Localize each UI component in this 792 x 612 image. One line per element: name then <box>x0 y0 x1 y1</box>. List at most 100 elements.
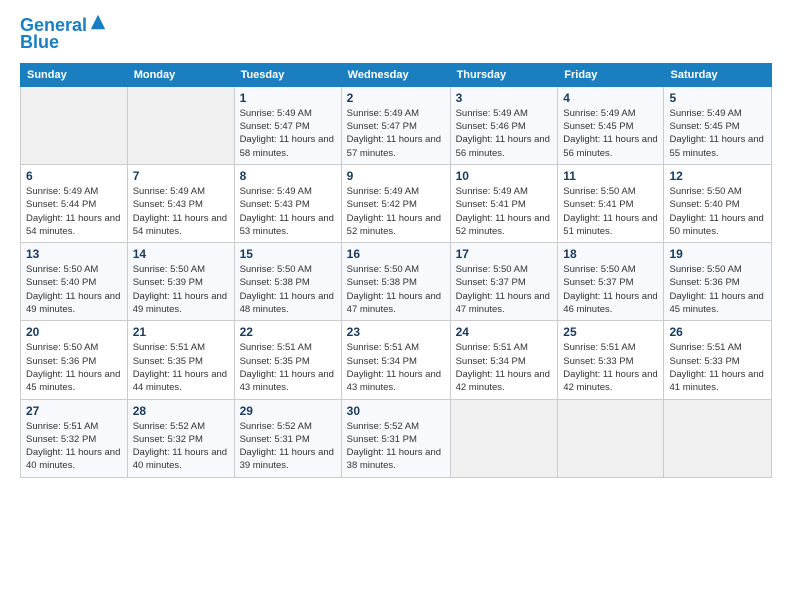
day-number: 10 <box>456 169 553 183</box>
day-info: Sunrise: 5:49 AM Sunset: 5:47 PM Dayligh… <box>240 107 336 160</box>
calendar-week-row: 27 Sunrise: 5:51 AM Sunset: 5:32 PM Dayli… <box>21 399 772 477</box>
day-info: Sunrise: 5:49 AM Sunset: 5:44 PM Dayligh… <box>26 185 122 238</box>
calendar-cell: 2 Sunrise: 5:49 AM Sunset: 5:47 PM Daylig… <box>341 86 450 164</box>
calendar-cell: 19Sunrise: 5:50 AM Sunset: 5:36 PM Dayli… <box>664 243 772 321</box>
calendar-cell: 8 Sunrise: 5:49 AM Sunset: 5:43 PM Daylig… <box>234 164 341 242</box>
calendar-cell: 27 Sunrise: 5:51 AM Sunset: 5:32 PM Dayli… <box>21 399 128 477</box>
header: General Blue <box>20 16 772 53</box>
calendar-cell: 15 Sunrise: 5:50 AM Sunset: 5:38 PM Dayli… <box>234 243 341 321</box>
calendar-cell: 1 Sunrise: 5:49 AM Sunset: 5:47 PM Daylig… <box>234 86 341 164</box>
calendar-cell: 17Sunrise: 5:50 AM Sunset: 5:37 PM Dayli… <box>450 243 558 321</box>
day-info: Sunrise: 5:52 AM Sunset: 5:31 PM Dayligh… <box>240 420 336 473</box>
day-info: Sunrise: 5:51 AM Sunset: 5:33 PM Dayligh… <box>669 341 766 394</box>
day-info: Sunrise: 5:50 AM Sunset: 5:40 PM Dayligh… <box>669 185 766 238</box>
day-info: Sunrise: 5:52 AM Sunset: 5:31 PM Dayligh… <box>347 420 445 473</box>
logo-icon <box>89 13 107 31</box>
day-number: 4 <box>563 91 658 105</box>
day-number: 13 <box>26 247 122 261</box>
calendar-cell: 11 Sunrise: 5:50 AM Sunset: 5:41 PM Dayli… <box>558 164 664 242</box>
calendar-week-row: 1 Sunrise: 5:49 AM Sunset: 5:47 PM Daylig… <box>21 86 772 164</box>
day-info: Sunrise: 5:49 AM Sunset: 5:43 PM Dayligh… <box>240 185 336 238</box>
day-info: Sunrise: 5:51 AM Sunset: 5:32 PM Dayligh… <box>26 420 122 473</box>
calendar-cell <box>450 399 558 477</box>
day-info: Sunrise: 5:50 AM Sunset: 5:37 PM Dayligh… <box>456 263 553 316</box>
logo-blue: Blue <box>20 32 59 52</box>
day-number: 12 <box>669 169 766 183</box>
day-number: 3 <box>456 91 553 105</box>
day-info: Sunrise: 5:50 AM Sunset: 5:40 PM Dayligh… <box>26 263 122 316</box>
calendar-cell: 14Sunrise: 5:50 AM Sunset: 5:39 PM Dayli… <box>127 243 234 321</box>
calendar-cell: 10 Sunrise: 5:49 AM Sunset: 5:41 PM Dayli… <box>450 164 558 242</box>
day-info: Sunrise: 5:50 AM Sunset: 5:36 PM Dayligh… <box>669 263 766 316</box>
day-info: Sunrise: 5:50 AM Sunset: 5:38 PM Dayligh… <box>347 263 445 316</box>
calendar-cell: 20Sunrise: 5:50 AM Sunset: 5:36 PM Dayli… <box>21 321 128 399</box>
day-number: 2 <box>347 91 445 105</box>
day-of-week-header: Thursday <box>450 63 558 86</box>
day-info: Sunrise: 5:49 AM Sunset: 5:47 PM Dayligh… <box>347 107 445 160</box>
day-info: Sunrise: 5:51 AM Sunset: 5:35 PM Dayligh… <box>240 341 336 394</box>
calendar-cell: 5Sunrise: 5:49 AM Sunset: 5:45 PM Daylig… <box>664 86 772 164</box>
day-number: 8 <box>240 169 336 183</box>
calendar-table: SundayMondayTuesdayWednesdayThursdayFrid… <box>20 63 772 478</box>
calendar-week-row: 6 Sunrise: 5:49 AM Sunset: 5:44 PM Daylig… <box>21 164 772 242</box>
day-info: Sunrise: 5:50 AM Sunset: 5:38 PM Dayligh… <box>240 263 336 316</box>
day-info: Sunrise: 5:50 AM Sunset: 5:39 PM Dayligh… <box>133 263 229 316</box>
calendar-cell <box>558 399 664 477</box>
day-of-week-header: Sunday <box>21 63 128 86</box>
day-number: 15 <box>240 247 336 261</box>
day-number: 11 <box>563 169 658 183</box>
calendar-body: 1 Sunrise: 5:49 AM Sunset: 5:47 PM Daylig… <box>21 86 772 477</box>
day-info: Sunrise: 5:50 AM Sunset: 5:41 PM Dayligh… <box>563 185 658 238</box>
day-of-week-header: Saturday <box>664 63 772 86</box>
day-number: 7 <box>133 169 229 183</box>
day-number: 18 <box>563 247 658 261</box>
day-of-week-header: Monday <box>127 63 234 86</box>
day-number: 30 <box>347 404 445 418</box>
calendar-cell: 13 Sunrise: 5:50 AM Sunset: 5:40 PM Dayli… <box>21 243 128 321</box>
day-of-week-header: Friday <box>558 63 664 86</box>
calendar-cell: 6 Sunrise: 5:49 AM Sunset: 5:44 PM Daylig… <box>21 164 128 242</box>
calendar-header: SundayMondayTuesdayWednesdayThursdayFrid… <box>21 63 772 86</box>
calendar-cell: 3 Sunrise: 5:49 AM Sunset: 5:46 PM Daylig… <box>450 86 558 164</box>
calendar-cell: 4 Sunrise: 5:49 AM Sunset: 5:45 PM Daylig… <box>558 86 664 164</box>
day-info: Sunrise: 5:50 AM Sunset: 5:37 PM Dayligh… <box>563 263 658 316</box>
day-number: 1 <box>240 91 336 105</box>
calendar-cell <box>664 399 772 477</box>
day-number: 27 <box>26 404 122 418</box>
day-info: Sunrise: 5:51 AM Sunset: 5:34 PM Dayligh… <box>456 341 553 394</box>
day-of-week-header: Wednesday <box>341 63 450 86</box>
day-number: 9 <box>347 169 445 183</box>
calendar-cell <box>127 86 234 164</box>
calendar-cell: 25Sunrise: 5:51 AM Sunset: 5:33 PM Dayli… <box>558 321 664 399</box>
day-info: Sunrise: 5:50 AM Sunset: 5:36 PM Dayligh… <box>26 341 122 394</box>
calendar-cell: 16 Sunrise: 5:50 AM Sunset: 5:38 PM Dayli… <box>341 243 450 321</box>
calendar-cell: 12 Sunrise: 5:50 AM Sunset: 5:40 PM Dayli… <box>664 164 772 242</box>
day-info: Sunrise: 5:49 AM Sunset: 5:46 PM Dayligh… <box>456 107 553 160</box>
calendar-cell: 9Sunrise: 5:49 AM Sunset: 5:42 PM Daylig… <box>341 164 450 242</box>
day-number: 5 <box>669 91 766 105</box>
day-info: Sunrise: 5:49 AM Sunset: 5:41 PM Dayligh… <box>456 185 553 238</box>
day-number: 25 <box>563 325 658 339</box>
calendar-cell: 22 Sunrise: 5:51 AM Sunset: 5:35 PM Dayli… <box>234 321 341 399</box>
day-of-week-header: Tuesday <box>234 63 341 86</box>
calendar-week-row: 20Sunrise: 5:50 AM Sunset: 5:36 PM Dayli… <box>21 321 772 399</box>
calendar-week-row: 13 Sunrise: 5:50 AM Sunset: 5:40 PM Dayli… <box>21 243 772 321</box>
calendar-cell: 7Sunrise: 5:49 AM Sunset: 5:43 PM Daylig… <box>127 164 234 242</box>
page: General Blue SundayMondayTuesdayWednesda… <box>0 0 792 612</box>
calendar-cell: 23Sunrise: 5:51 AM Sunset: 5:34 PM Dayli… <box>341 321 450 399</box>
day-number: 28 <box>133 404 229 418</box>
day-info: Sunrise: 5:51 AM Sunset: 5:35 PM Dayligh… <box>133 341 229 394</box>
day-number: 24 <box>456 325 553 339</box>
day-number: 16 <box>347 247 445 261</box>
logo: General Blue <box>20 16 107 53</box>
calendar-cell: 24 Sunrise: 5:51 AM Sunset: 5:34 PM Dayli… <box>450 321 558 399</box>
calendar-cell: 28Sunrise: 5:52 AM Sunset: 5:32 PM Dayli… <box>127 399 234 477</box>
header-row: SundayMondayTuesdayWednesdayThursdayFrid… <box>21 63 772 86</box>
day-info: Sunrise: 5:49 AM Sunset: 5:45 PM Dayligh… <box>563 107 658 160</box>
calendar-cell: 18 Sunrise: 5:50 AM Sunset: 5:37 PM Dayli… <box>558 243 664 321</box>
day-number: 22 <box>240 325 336 339</box>
calendar-cell: 30 Sunrise: 5:52 AM Sunset: 5:31 PM Dayli… <box>341 399 450 477</box>
day-number: 6 <box>26 169 122 183</box>
calendar-cell: 21Sunrise: 5:51 AM Sunset: 5:35 PM Dayli… <box>127 321 234 399</box>
calendar-cell: 29Sunrise: 5:52 AM Sunset: 5:31 PM Dayli… <box>234 399 341 477</box>
